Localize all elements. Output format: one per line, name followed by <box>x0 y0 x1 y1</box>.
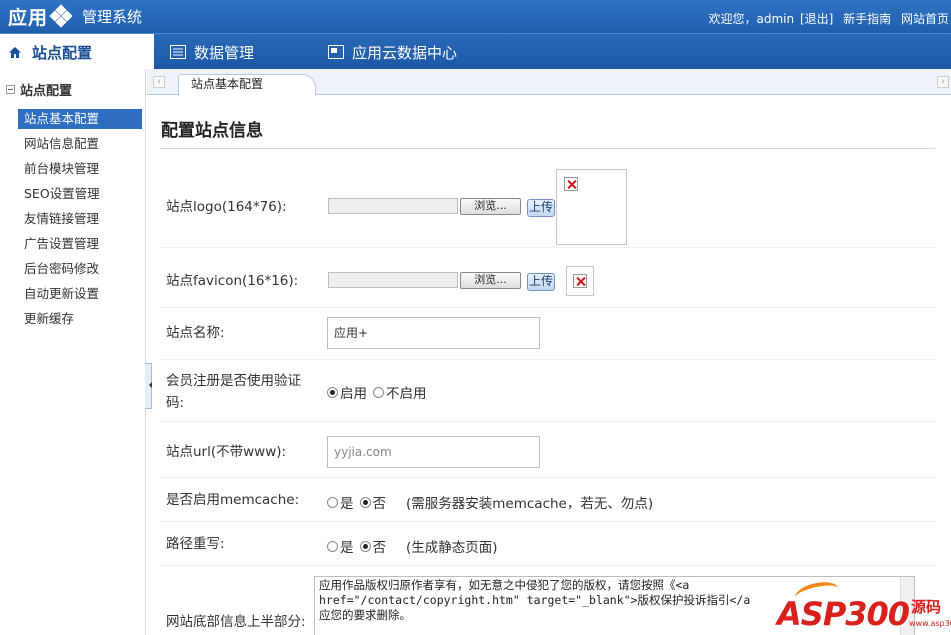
site-name-label: 站点名称: <box>166 325 225 341</box>
nav-site-config[interactable]: 站点配置 <box>0 34 154 70</box>
rewrite-no-radio[interactable] <box>359 540 371 552</box>
site-url-label: 站点url(不带www): <box>166 444 287 460</box>
user-links: 欢迎您，admin [退出] 新手指南 网站首页 <box>707 10 950 27</box>
logo-text: 应用 <box>8 6 49 29</box>
rewrite-no-label[interactable]: 否 <box>373 536 387 556</box>
captcha-on-radio[interactable] <box>327 386 338 398</box>
rewrite-row: 路径重写: 是 否 (生成静态页面) <box>160 522 935 566</box>
watermark-side-text: 源码 <box>911 598 942 616</box>
nav-cloud-data-center[interactable]: 应用云数据中心 <box>328 34 457 70</box>
memcache-label: 是否启用memcache: <box>166 492 300 508</box>
rewrite-label: 路径重写: <box>166 536 225 552</box>
logo-diamond-icon <box>49 4 73 28</box>
captcha-on-label[interactable]: 启用 <box>340 382 367 402</box>
sidebar-item-basic-config[interactable]: 站点基本配置 <box>18 109 142 129</box>
favicon-row: 站点favicon(16*16): 浏览... 上传 <box>160 248 935 308</box>
memcache-radio-group: 是 否 (需服务器安装memcache，若无、勿点) <box>327 492 653 512</box>
logo-subtitle: 管理系统 <box>82 7 143 26</box>
logo-upload-button[interactable]: 上传 <box>527 199 555 217</box>
site-home-link[interactable]: 网站首页 <box>901 12 949 26</box>
site-name-input[interactable]: 应用+ <box>327 317 540 349</box>
rewrite-hint: (生成静态页面) <box>406 540 498 556</box>
rewrite-yes-label[interactable]: 是 <box>340 536 354 556</box>
site-url-input[interactable]: yyjia.com <box>327 436 540 468</box>
tab-basic-config[interactable]: 站点基本配置 <box>178 74 316 96</box>
sidebar-item-auto-update[interactable]: 自动更新设置 <box>0 284 146 309</box>
favicon-file-input[interactable] <box>328 272 458 288</box>
main-content: 配置站点信息 站点logo(164*76): 浏览... 上传 站点favico… <box>147 96 951 635</box>
watermark-url: www.asp300.com <box>909 619 951 628</box>
nav-data-management[interactable]: 数据管理 <box>170 34 254 70</box>
asp300-watermark: ASP300 源码 www.asp300.com <box>773 578 951 635</box>
memcache-yes-label[interactable]: 是 <box>340 492 354 512</box>
broken-image-icon <box>573 274 587 288</box>
captcha-off-label[interactable]: 不启用 <box>386 382 427 402</box>
broken-image-icon <box>564 177 578 191</box>
logo-preview <box>556 169 627 245</box>
app-logo[interactable]: 应用 管理系统 <box>8 4 143 29</box>
memcache-row: 是否启用memcache: 是 否 (需服务器安装memcache，若无、勿点) <box>160 478 935 522</box>
memcache-no-radio[interactable] <box>359 496 371 508</box>
logo-row: 站点logo(164*76): 浏览... 上传 <box>160 164 935 248</box>
footer-info-label: 网站底部信息上半部分: <box>166 614 306 630</box>
rewrite-radio-group: 是 否 (生成静态页面) <box>327 536 498 556</box>
sidebar-section-header[interactable]: 站点配置 <box>6 80 72 99</box>
top-header: 应用 管理系统 欢迎您，admin [退出] 新手指南 网站首页 <box>0 0 951 33</box>
favicon-upload-button[interactable]: 上传 <box>527 273 555 291</box>
sidebar-item-frontend-modules[interactable]: 前台模块管理 <box>0 159 146 184</box>
site-name-row: 站点名称: 应用+ <box>160 308 935 360</box>
site-url-row: 站点url(不带www): yyjia.com <box>160 422 935 478</box>
logo-browse-button[interactable]: 浏览... <box>460 198 521 215</box>
captcha-label-line1: 会员注册是否使用验证 <box>166 373 301 389</box>
sidebar-item-update-cache[interactable]: 更新缓存 <box>0 309 146 334</box>
main-nav: 站点配置 数据管理 应用云数据中心 <box>0 33 951 70</box>
sidebar-list: 站点基本配置 网站信息配置 前台模块管理 SEO设置管理 友情链接管理 广告设置… <box>0 109 146 334</box>
tab-scroll-right-icon[interactable]: › <box>937 76 949 88</box>
nav-cloud-data-center-label: 应用云数据中心 <box>352 43 458 62</box>
guide-link[interactable]: 新手指南 <box>843 12 891 26</box>
tab-scroll-left-icon[interactable]: ‹ <box>153 76 165 88</box>
home-icon <box>8 45 24 59</box>
page-title: 配置站点信息 <box>161 121 263 141</box>
favicon-preview <box>566 266 594 296</box>
watermark-brand: ASP300 <box>777 595 910 633</box>
welcome-text: 欢迎您，admin <box>708 12 795 26</box>
captcha-radio-group: 启用 不启用 <box>327 382 433 402</box>
favicon-browse-button[interactable]: 浏览... <box>460 272 521 289</box>
nav-data-management-label: 数据管理 <box>194 43 255 62</box>
captcha-label-line2: 码: <box>166 395 185 411</box>
sidebar-section-title: 站点配置 <box>20 84 73 99</box>
logout-link[interactable]: [退出] <box>800 12 833 26</box>
sidebar-item-friend-links[interactable]: 友情链接管理 <box>0 209 146 234</box>
rewrite-yes-radio[interactable] <box>327 540 338 552</box>
sidebar: 站点配置 站点基本配置 网站信息配置 前台模块管理 SEO设置管理 友情链接管理… <box>0 69 146 635</box>
favicon-label: 站点favicon(16*16): <box>166 273 299 289</box>
memcache-hint: (需服务器安装memcache，若无、勿点) <box>406 496 654 512</box>
sidebar-item-seo[interactable]: SEO设置管理 <box>0 184 146 209</box>
memcache-no-label[interactable]: 否 <box>373 492 387 512</box>
memcache-yes-radio[interactable] <box>327 496 338 508</box>
logo-file-input[interactable] <box>328 198 458 214</box>
sidebar-item-site-info[interactable]: 网站信息配置 <box>0 134 146 159</box>
logo-label: 站点logo(164*76): <box>166 199 287 215</box>
tab-strip: ‹ 站点基本配置 › <box>147 69 951 96</box>
sidebar-item-password[interactable]: 后台密码修改 <box>0 259 146 284</box>
cloud-window-icon <box>328 45 344 59</box>
captcha-off-radio[interactable] <box>373 386 384 398</box>
title-divider <box>160 148 935 149</box>
nav-site-config-label: 站点配置 <box>32 43 93 62</box>
table-icon <box>170 45 186 59</box>
collapse-minus-icon <box>6 85 15 94</box>
captcha-row: 会员注册是否使用验证 码: 启用 不启用 <box>160 360 935 422</box>
sidebar-item-ads[interactable]: 广告设置管理 <box>0 234 146 259</box>
